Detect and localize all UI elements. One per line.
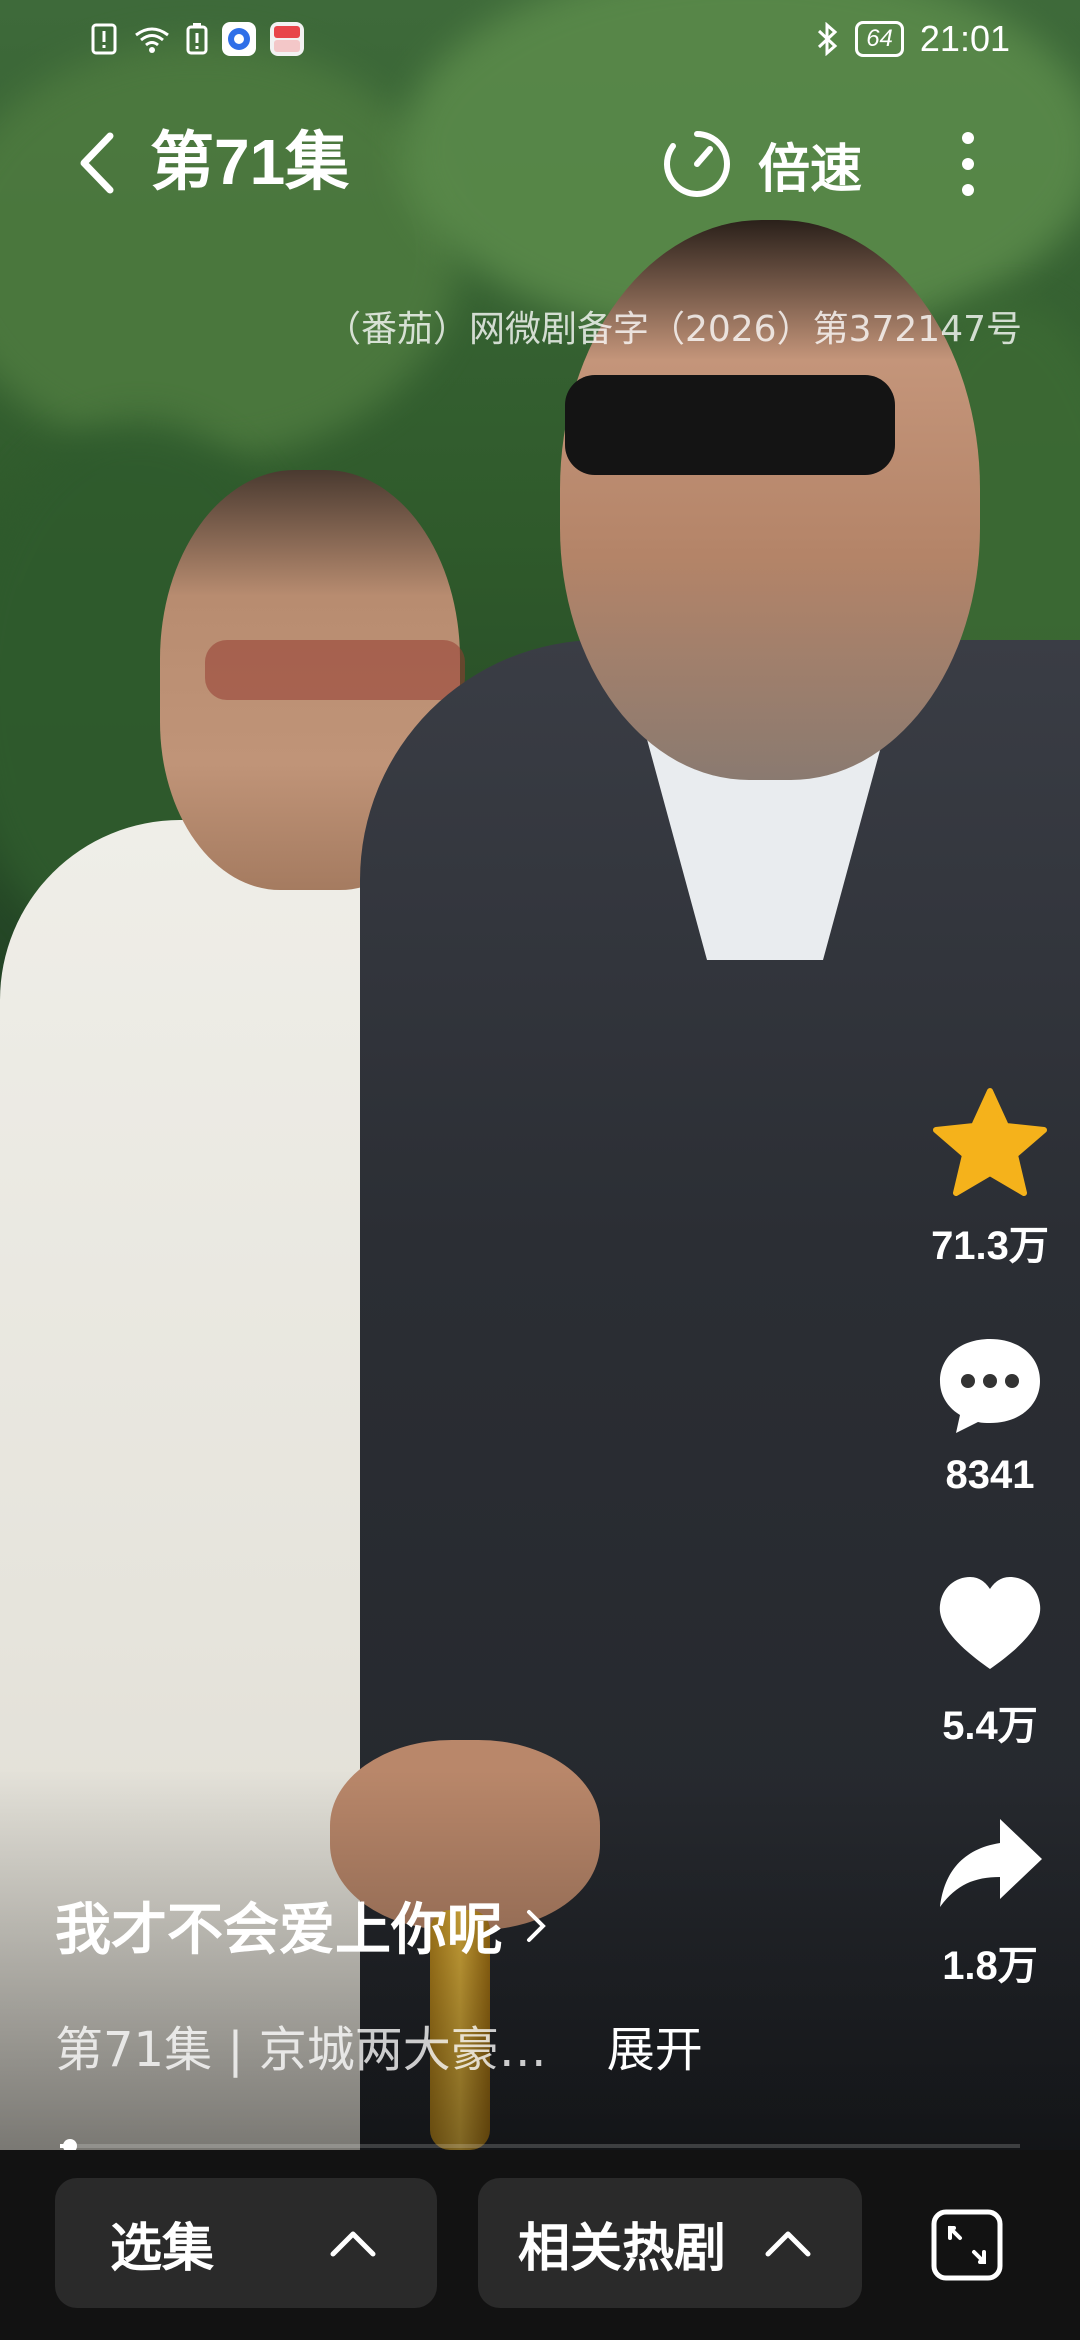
expand-button[interactable]: 展开 [607, 2010, 703, 2080]
share-count: 1.8万 [942, 1944, 1038, 1988]
drama-title: 我才不会爱上你呢 [55, 1898, 503, 1963]
related-label: 相关热剧 [518, 2218, 727, 2279]
status-bar: 64 21:01 [0, 0, 1080, 84]
share-arrow-icon[interactable] [930, 1805, 1050, 1925]
episode-title: 第71集 [150, 126, 350, 198]
speed-button[interactable]: 倍速 [660, 124, 862, 204]
speed-timer-icon [664, 131, 730, 197]
sim-alert-icon [91, 23, 117, 55]
comment-icon[interactable] [930, 1325, 1050, 1445]
related-dramas-button[interactable]: 相关热剧 [478, 2178, 862, 2308]
comment-action[interactable]: 8341 [905, 1325, 1075, 1498]
battery-icon: 64 [855, 21, 904, 57]
actor-right-sunglasses [565, 375, 895, 475]
status-time: 21:01 [919, 18, 1010, 59]
wifi-icon [135, 27, 169, 53]
more-options-icon[interactable] [950, 124, 986, 204]
heart-icon[interactable] [930, 1565, 1050, 1685]
favorite-action[interactable]: 71.3万 [905, 1085, 1075, 1271]
back-arrow-icon[interactable] [70, 128, 130, 198]
bottom-bar: 选集 相关热剧 [0, 2150, 1080, 2340]
chevron-right-icon [527, 1909, 546, 1942]
episodes-label: 选集 [110, 2218, 215, 2279]
episode-description: 第71集 | 京城两大豪… 展开 [55, 2010, 703, 2080]
comment-count: 8341 [945, 1453, 1035, 1497]
like-count: 5.4万 [942, 1704, 1038, 1748]
like-action[interactable]: 5.4万 [905, 1565, 1075, 1751]
actor-left-glasses [205, 640, 465, 700]
star-icon[interactable] [930, 1085, 1050, 1205]
status-right: 64 21:01 [815, 18, 1010, 60]
speed-label: 倍速 [758, 139, 863, 200]
app-notification-icon [222, 22, 256, 56]
battery-saver-icon [186, 23, 208, 55]
drama-title-link[interactable]: 我才不会爱上你呢 [55, 1885, 549, 1966]
top-bar: 第71集 倍速 [0, 110, 1080, 220]
fullscreen-icon[interactable] [930, 2208, 1004, 2282]
chevron-up-icon [330, 2231, 376, 2257]
share-action[interactable]: 1.8万 [905, 1805, 1075, 1991]
episodes-button[interactable]: 选集 [55, 2178, 437, 2308]
license-text: （番茄）网微剧备字（2026）第372147号 [324, 309, 1022, 350]
description-text: 第71集 | 京城两大豪… [55, 2022, 547, 2078]
bluetooth-icon [818, 22, 838, 56]
favorite-count: 71.3万 [931, 1224, 1049, 1268]
background-foliage [0, 40, 460, 460]
playback-progress-bar[interactable] [60, 2139, 1020, 2153]
status-left-icons [90, 22, 304, 56]
app-notification-icon-2 [270, 22, 304, 56]
chevron-up-icon [765, 2231, 811, 2257]
